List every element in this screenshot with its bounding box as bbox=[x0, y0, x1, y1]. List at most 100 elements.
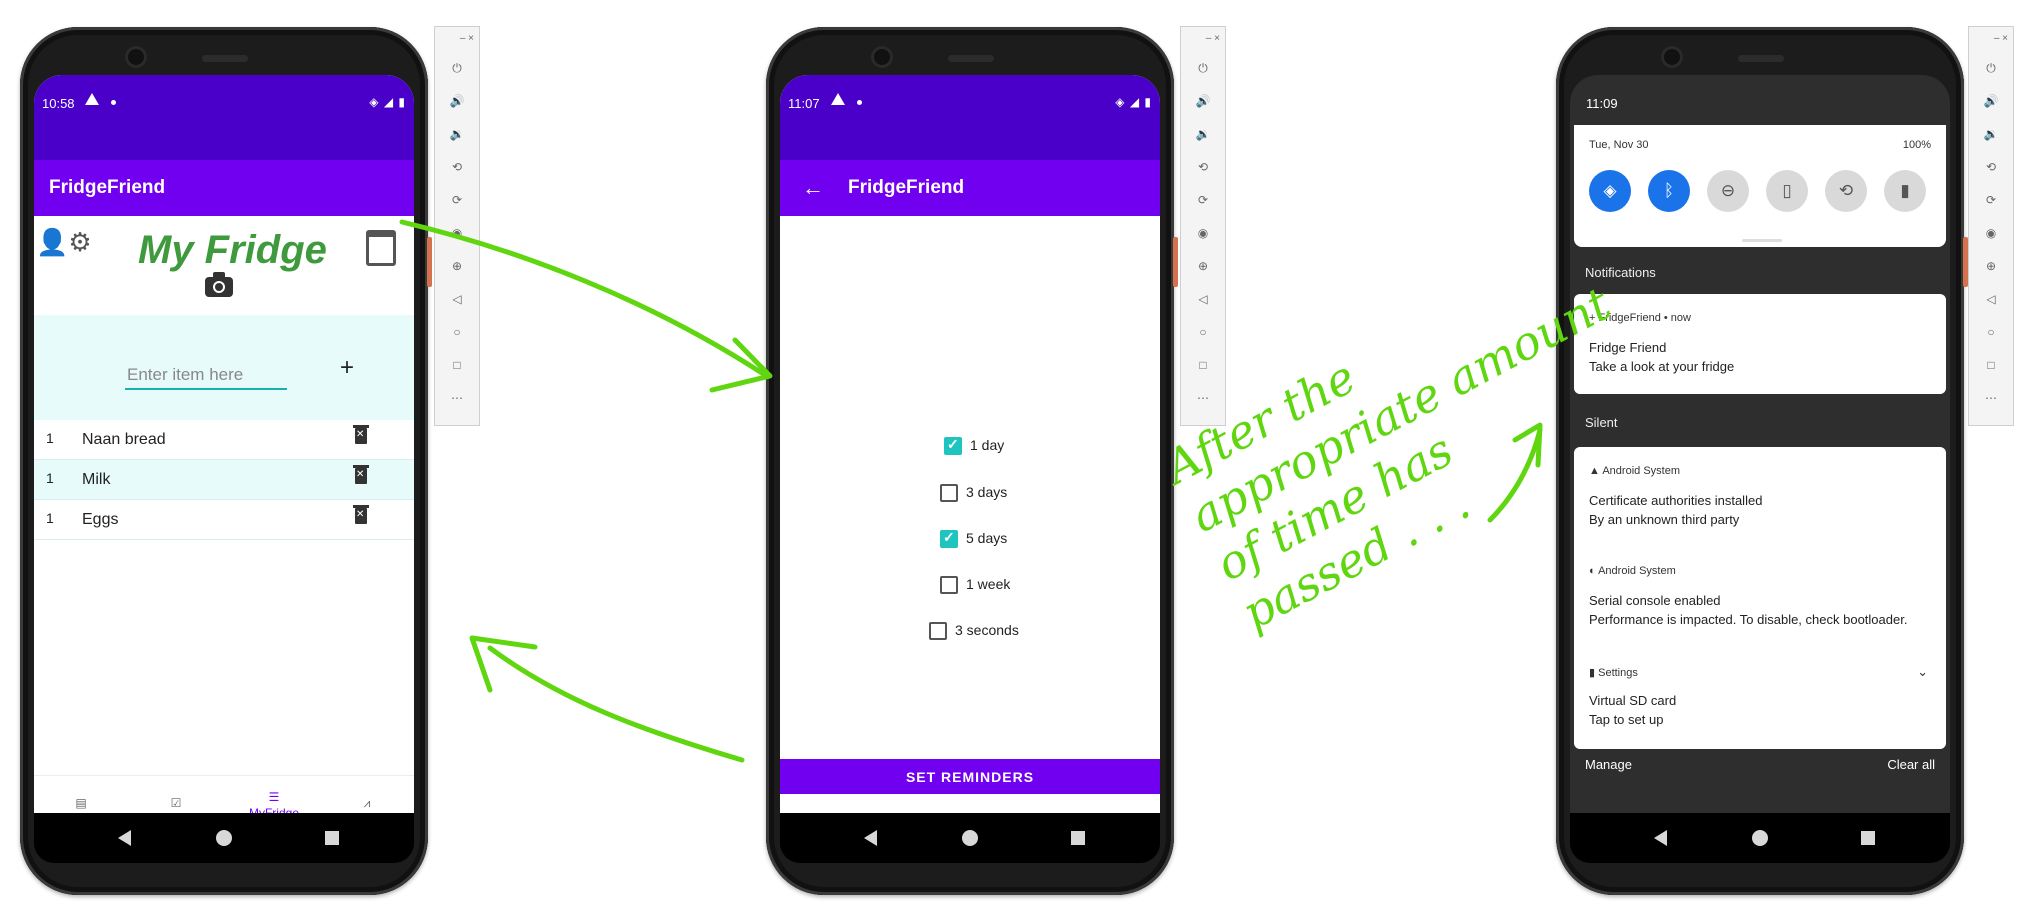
earpiece bbox=[1738, 55, 1784, 62]
checkbox-3-days[interactable]: 3 days bbox=[940, 484, 1007, 506]
wifi-icon[interactable]: ◈ bbox=[1589, 170, 1631, 212]
zoom-icon[interactable]: ⊕ bbox=[1969, 259, 2013, 279]
recents-icon[interactable] bbox=[325, 831, 339, 845]
home-icon[interactable]: ○ bbox=[1181, 325, 1225, 345]
screenshot-icon[interactable]: ◉ bbox=[435, 226, 479, 246]
signal-battery-icons: ◈ ◢ ▮ bbox=[369, 95, 406, 109]
notification-card[interactable]: ▲ Android System Certificate authorities… bbox=[1574, 447, 1946, 749]
tab-checklist[interactable]: ☑ bbox=[151, 796, 201, 810]
delete-icon[interactable] bbox=[353, 465, 369, 484]
manage-button[interactable]: Manage bbox=[1585, 757, 1632, 772]
checkbox-1-day[interactable]: 1 day bbox=[944, 436, 1004, 459]
checkbox-checked-icon[interactable] bbox=[940, 529, 958, 549]
screenshot-icon[interactable]: ◉ bbox=[1969, 226, 2013, 246]
notif-body: By an unknown third party bbox=[1589, 512, 1740, 527]
arrow-back-icon[interactable]: ← bbox=[802, 175, 824, 201]
more-icon[interactable]: ⋯ bbox=[1969, 391, 2013, 411]
checkbox-unchecked-icon[interactable] bbox=[940, 484, 958, 503]
item-name: Eggs bbox=[82, 511, 119, 528]
volume-down-icon[interactable]: 🔉 bbox=[435, 127, 479, 147]
volume-down-icon[interactable]: 🔉 bbox=[1181, 127, 1225, 147]
minimize-close-icon[interactable]: – × bbox=[460, 33, 474, 44]
camera-icon[interactable] bbox=[205, 272, 233, 297]
checkbox-3-seconds[interactable]: 3 seconds bbox=[929, 622, 1019, 644]
home-icon[interactable] bbox=[216, 830, 232, 846]
item-input[interactable] bbox=[125, 362, 287, 390]
recents-icon[interactable] bbox=[1861, 831, 1875, 845]
minimize-close-icon[interactable]: – × bbox=[1994, 33, 2008, 44]
system-nav-bar bbox=[780, 813, 1160, 863]
profile-settings-icon[interactable]: 👤⚙ bbox=[36, 227, 92, 258]
screenshot-icon[interactable]: ◉ bbox=[1181, 226, 1225, 246]
auto-rotate-icon[interactable]: ⟲ bbox=[1825, 170, 1867, 212]
rotate-right-icon[interactable]: ⟳ bbox=[1181, 193, 1225, 213]
notifications-header: Notifications bbox=[1585, 265, 1656, 280]
home-icon[interactable]: ○ bbox=[1969, 325, 2013, 345]
volume-up-icon[interactable]: 🔊 bbox=[435, 94, 479, 114]
checkbox-unchecked-icon[interactable] bbox=[940, 576, 958, 595]
zoom-icon[interactable]: ⊕ bbox=[435, 259, 479, 279]
home-icon[interactable] bbox=[962, 830, 978, 846]
list-item[interactable]: 1 Milk bbox=[34, 460, 414, 500]
back-icon[interactable] bbox=[1654, 830, 1667, 846]
more-icon[interactable]: ⋯ bbox=[435, 391, 479, 411]
back-icon[interactable] bbox=[118, 830, 131, 846]
bluetooth-icon[interactable]: ᛒ bbox=[1648, 170, 1690, 212]
notification-card[interactable]: + FridgeFriend • now Fridge Friend Take … bbox=[1574, 294, 1946, 394]
list-item[interactable]: 1 Naan bread bbox=[34, 420, 414, 460]
screen-myfridge: 10:58 ◈ ◢ ▮ FridgeFriend 👤⚙ My Fridge + … bbox=[34, 75, 414, 830]
power-icon[interactable]: ⏻ bbox=[1969, 61, 2013, 81]
qs-battery: 100% bbox=[1902, 139, 1931, 151]
overview-icon[interactable]: □ bbox=[435, 358, 479, 378]
volume-down-icon[interactable]: 🔉 bbox=[1969, 127, 2013, 147]
back-icon[interactable]: ◁ bbox=[1969, 292, 2013, 312]
option-label: 5 days bbox=[966, 530, 1008, 546]
delete-icon[interactable] bbox=[353, 425, 369, 444]
notif-app-name: ◐ Android System bbox=[1589, 565, 1676, 577]
warning-icon bbox=[831, 93, 845, 105]
recents-icon[interactable] bbox=[1071, 831, 1085, 845]
app-title: FridgeFriend bbox=[49, 177, 166, 198]
checkbox-checked-icon[interactable] bbox=[944, 436, 962, 456]
power-button bbox=[427, 237, 432, 287]
earpiece bbox=[948, 55, 994, 62]
item-quantity: 1 bbox=[46, 430, 54, 446]
tab-stats[interactable]: ⩘ bbox=[342, 796, 392, 811]
power-icon[interactable]: ⏻ bbox=[1181, 61, 1225, 81]
clear-all-button[interactable]: Clear all bbox=[1887, 757, 1935, 772]
home-icon[interactable]: ○ bbox=[435, 325, 479, 345]
set-reminders-button[interactable]: SET REMINDERS bbox=[780, 759, 1160, 794]
checkbox-1-week[interactable]: 1 week bbox=[940, 576, 1010, 598]
tab-recipes[interactable]: ▤ bbox=[56, 796, 106, 810]
volume-up-icon[interactable]: 🔊 bbox=[1181, 94, 1225, 114]
back-icon[interactable] bbox=[864, 830, 877, 846]
calendar-icon[interactable] bbox=[366, 230, 396, 266]
chevron-down-icon[interactable]: ⌄ bbox=[1917, 664, 1928, 680]
list-item[interactable]: 1 Eggs bbox=[34, 500, 414, 540]
more-icon[interactable]: ⋯ bbox=[1181, 391, 1225, 411]
home-icon[interactable] bbox=[1752, 830, 1768, 846]
rotate-left-icon[interactable]: ⟲ bbox=[435, 160, 479, 180]
battery-saver-icon[interactable]: ▮ bbox=[1884, 170, 1926, 212]
checkbox-unchecked-icon[interactable] bbox=[929, 622, 947, 641]
flashlight-icon[interactable]: ▯ bbox=[1766, 170, 1808, 212]
rotate-left-icon[interactable]: ⟲ bbox=[1969, 160, 2013, 180]
do-not-disturb-icon[interactable]: ⊖ bbox=[1707, 170, 1749, 212]
zoom-icon[interactable]: ⊕ bbox=[1181, 259, 1225, 279]
screen-reminders: 11:07 ◈ ◢ ▮ ← FridgeFriend 1 day 3 days … bbox=[780, 75, 1160, 830]
item-name: Milk bbox=[82, 471, 111, 488]
overview-icon[interactable]: □ bbox=[1969, 358, 2013, 378]
back-icon[interactable]: ◁ bbox=[435, 292, 479, 312]
rotate-left-icon[interactable]: ⟲ bbox=[1181, 160, 1225, 180]
rotate-right-icon[interactable]: ⟳ bbox=[1969, 193, 2013, 213]
power-icon[interactable]: ⏻ bbox=[435, 61, 479, 81]
delete-icon[interactable] bbox=[353, 505, 369, 524]
rotate-right-icon[interactable]: ⟳ bbox=[435, 193, 479, 213]
checkbox-5-days[interactable]: 5 days bbox=[940, 529, 1008, 552]
overview-icon[interactable]: □ bbox=[1181, 358, 1225, 378]
add-item-button[interactable]: + bbox=[340, 354, 354, 382]
back-icon[interactable]: ◁ bbox=[1181, 292, 1225, 312]
volume-up-icon[interactable]: 🔊 bbox=[1969, 94, 2013, 114]
minimize-close-icon[interactable]: – × bbox=[1206, 33, 1220, 44]
drag-handle[interactable] bbox=[1742, 239, 1782, 242]
